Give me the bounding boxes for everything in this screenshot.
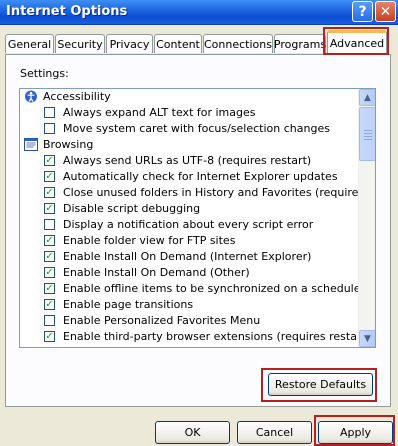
window-title: Internet Options (6, 4, 128, 19)
checkbox[interactable] (44, 219, 55, 230)
close-button[interactable]: ✕ (375, 1, 396, 22)
setting-checkbox-row[interactable]: ✓ Enable folder view for FTP sites (20, 233, 358, 249)
grip-line (364, 139, 372, 140)
tab-label: Privacy (109, 37, 150, 51)
tab-programs[interactable]: Programs (274, 34, 326, 53)
setting-label: Enable Install On Demand (Other) (63, 266, 250, 279)
restore-defaults-label: Restore Defaults (274, 378, 367, 391)
tab-label: Security (57, 37, 103, 51)
setting-label: Enable offline items to be synchronized … (63, 282, 361, 295)
setting-checkbox-row[interactable]: ✓ Automatically check for Internet Explor… (20, 169, 358, 185)
checkbox[interactable]: ✓ (44, 331, 55, 342)
tab-label: Advanced (329, 37, 385, 50)
tab-label: Programs (273, 37, 327, 51)
setting-checkbox-row[interactable]: ✓ Close unused folders in History and Fav… (20, 185, 375, 201)
chevron-up-icon: ▲ (364, 92, 371, 103)
setting-checkbox-row[interactable]: Display a notification about every scrip… (20, 217, 358, 233)
scroll-up-button[interactable]: ▲ (359, 89, 375, 106)
setting-label: Browsing (43, 138, 94, 151)
browsing-icon (24, 138, 38, 151)
settings-category: Accessibility (20, 89, 358, 105)
checkbox[interactable]: ✓ (44, 187, 55, 198)
chevron-down-icon: ▼ (364, 333, 371, 344)
setting-checkbox-row[interactable]: ✓ Enable Install On Demand (Internet Expl… (20, 249, 358, 265)
ok-label: OK (184, 426, 201, 439)
checkbox[interactable]: ✓ (44, 267, 55, 278)
setting-checkbox-row[interactable]: ✓ Always send URLs as UTF-8 (requires res… (20, 153, 358, 169)
setting-checkbox-row[interactable]: Always expand ALT text for images (20, 105, 358, 121)
checkbox[interactable]: ✓ (44, 299, 55, 310)
tab-label: Content (156, 37, 200, 51)
accessibility-icon (24, 90, 38, 103)
setting-label: Display a notification about every scrip… (63, 218, 314, 231)
setting-label: Accessibility (43, 90, 111, 103)
setting-checkbox-row[interactable]: ✓ Enable offline items to be synchronized… (20, 281, 361, 297)
setting-label: Enable Personalized Favorites Menu (63, 314, 261, 327)
setting-label: Automatically check for Internet Explore… (63, 170, 338, 183)
checkbox[interactable]: ✓ (44, 171, 55, 182)
grip-line (364, 136, 372, 137)
setting-checkbox-row[interactable]: ✓ Enable third-party browser extensions (… (20, 329, 370, 345)
help-icon: ? (358, 3, 367, 20)
advanced-panel: Settings: Accessibility Always expand ALT… (5, 54, 391, 407)
setting-label: Always expand ALT text for images (63, 106, 256, 119)
checkbox[interactable] (44, 107, 55, 118)
title-bar: Internet Options ? ✕ (0, 0, 398, 25)
tab-security[interactable]: Security (55, 34, 105, 53)
grip-line (364, 130, 372, 131)
setting-checkbox-row[interactable]: ✓ Enable page transitions (20, 297, 358, 313)
cancel-label: Cancel (255, 426, 294, 439)
settings-category: Browsing (20, 137, 358, 153)
apply-label: Apply (339, 426, 372, 439)
ok-button[interactable]: OK (155, 421, 230, 444)
setting-label: Move system caret with focus/selection c… (63, 122, 330, 135)
scroll-thumb[interactable] (359, 107, 375, 161)
setting-label: Close unused folders in History and Favo… (63, 186, 376, 199)
setting-checkbox-row[interactable]: ✓ Enable Install On Demand (Other) (20, 265, 358, 281)
checkbox[interactable] (44, 315, 55, 326)
apply-button[interactable]: Apply (318, 421, 393, 444)
vertical-scrollbar[interactable]: ▲ ▼ (358, 89, 375, 347)
checkbox[interactable]: ✓ (44, 251, 55, 262)
tab-label: Connections (204, 37, 272, 51)
close-icon: ✕ (379, 3, 392, 20)
setting-checkbox-row[interactable]: ✓ Disable script debugging (20, 201, 358, 217)
setting-label: Always send URLs as UTF-8 (requires rest… (63, 154, 312, 167)
setting-label: Enable Install On Demand (Internet Explo… (63, 250, 312, 263)
settings-list[interactable]: Accessibility Always expand ALT text for … (19, 88, 376, 348)
tab-general[interactable]: General (5, 34, 54, 53)
tab-connections[interactable]: Connections (203, 34, 273, 53)
checkbox[interactable]: ✓ (44, 155, 55, 166)
tab-content[interactable]: Content (154, 34, 202, 53)
tab-label: General (7, 37, 52, 51)
checkbox[interactable]: ✓ (44, 235, 55, 246)
checkbox[interactable]: ✓ (44, 283, 55, 294)
cancel-button[interactable]: Cancel (237, 421, 312, 444)
settings-label: Settings: (20, 67, 69, 80)
setting-label: Enable third-party browser extensions (r… (63, 330, 371, 343)
setting-label: Enable folder view for FTP sites (63, 234, 236, 247)
setting-checkbox-row[interactable]: Enable Personalized Favorites Menu (20, 313, 358, 329)
checkbox[interactable] (44, 123, 55, 134)
setting-label: Disable script debugging (63, 202, 201, 215)
checkbox[interactable]: ✓ (44, 203, 55, 214)
tab-privacy[interactable]: Privacy (106, 34, 153, 53)
tab-advanced[interactable]: Advanced (327, 30, 387, 54)
help-button[interactable]: ? (352, 1, 373, 22)
scroll-down-button[interactable]: ▼ (359, 330, 375, 347)
grip-line (364, 133, 372, 134)
setting-label: Enable page transitions (63, 298, 194, 311)
setting-checkbox-row[interactable]: Move system caret with focus/selection c… (20, 121, 358, 137)
restore-defaults-button[interactable]: Restore Defaults (268, 373, 373, 396)
